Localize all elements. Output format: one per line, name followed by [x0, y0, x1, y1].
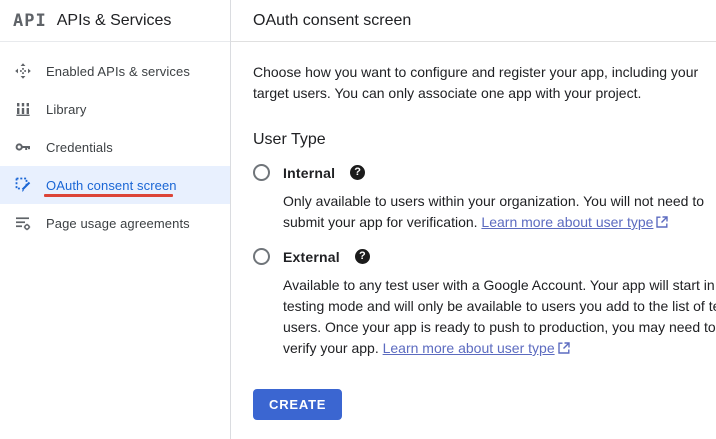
- apis-dashboard-icon: [14, 62, 32, 80]
- internal-option-row: Internal ?: [253, 163, 716, 182]
- internal-label: Internal: [283, 165, 335, 181]
- sidebar-item-label: Library: [46, 102, 86, 117]
- internal-radio[interactable]: [253, 164, 270, 181]
- library-icon: [14, 100, 32, 118]
- learn-more-link-internal[interactable]: Learn more about user type: [481, 214, 668, 230]
- sidebar-item-oauth-consent-screen[interactable]: OAuth consent screen: [0, 166, 230, 204]
- consent-screen-icon: [14, 176, 32, 194]
- external-link-icon: [656, 216, 668, 228]
- external-label: External: [283, 249, 340, 265]
- sidebar-item-library[interactable]: Library: [0, 90, 230, 128]
- sidebar-item-label: Credentials: [46, 140, 113, 155]
- intro-text: Choose how you want to configure and reg…: [253, 62, 716, 104]
- internal-description: Only available to users within your orga…: [283, 191, 716, 233]
- agreements-gear-icon: [14, 214, 32, 232]
- sidebar-item-label: Enabled APIs & services: [46, 64, 190, 79]
- external-option-row: External ?: [253, 247, 716, 266]
- user-type-heading: User Type: [253, 131, 716, 149]
- sidebar-nav: Enabled APIs & services Library: [0, 42, 230, 242]
- apis-services-console: API APIs & Services Enabled APIs & servi…: [0, 0, 716, 439]
- sidebar-item-label: Page usage agreements: [46, 216, 190, 231]
- sidebar-item-label: OAuth consent screen: [46, 178, 177, 193]
- learn-more-link-external[interactable]: Learn more about user type: [383, 340, 570, 356]
- sidebar-item-credentials[interactable]: Credentials: [0, 128, 230, 166]
- page-title: OAuth consent screen: [253, 12, 411, 30]
- app-title: APIs & Services: [57, 12, 172, 30]
- page-body: Choose how you want to configure and reg…: [231, 42, 716, 420]
- external-link-icon: [558, 342, 570, 354]
- internal-help-icon[interactable]: ?: [350, 165, 365, 180]
- sidebar-item-page-usage-agreements[interactable]: Page usage agreements: [0, 204, 230, 242]
- annotation-red-underline: [44, 194, 173, 197]
- sidebar-item-enabled-apis[interactable]: Enabled APIs & services: [0, 52, 230, 90]
- external-description: Available to any test user with a Google…: [283, 275, 716, 359]
- sidebar-header: API APIs & Services: [0, 0, 230, 42]
- page-header: OAuth consent screen: [231, 0, 716, 42]
- main-content: OAuth consent screen Choose how you want…: [231, 0, 716, 439]
- sidebar: API APIs & Services Enabled APIs & servi…: [0, 0, 231, 439]
- key-icon: [14, 138, 32, 156]
- external-help-icon[interactable]: ?: [355, 249, 370, 264]
- api-logo: API: [13, 11, 47, 31]
- external-radio[interactable]: [253, 248, 270, 265]
- create-button[interactable]: CREATE: [253, 389, 342, 420]
